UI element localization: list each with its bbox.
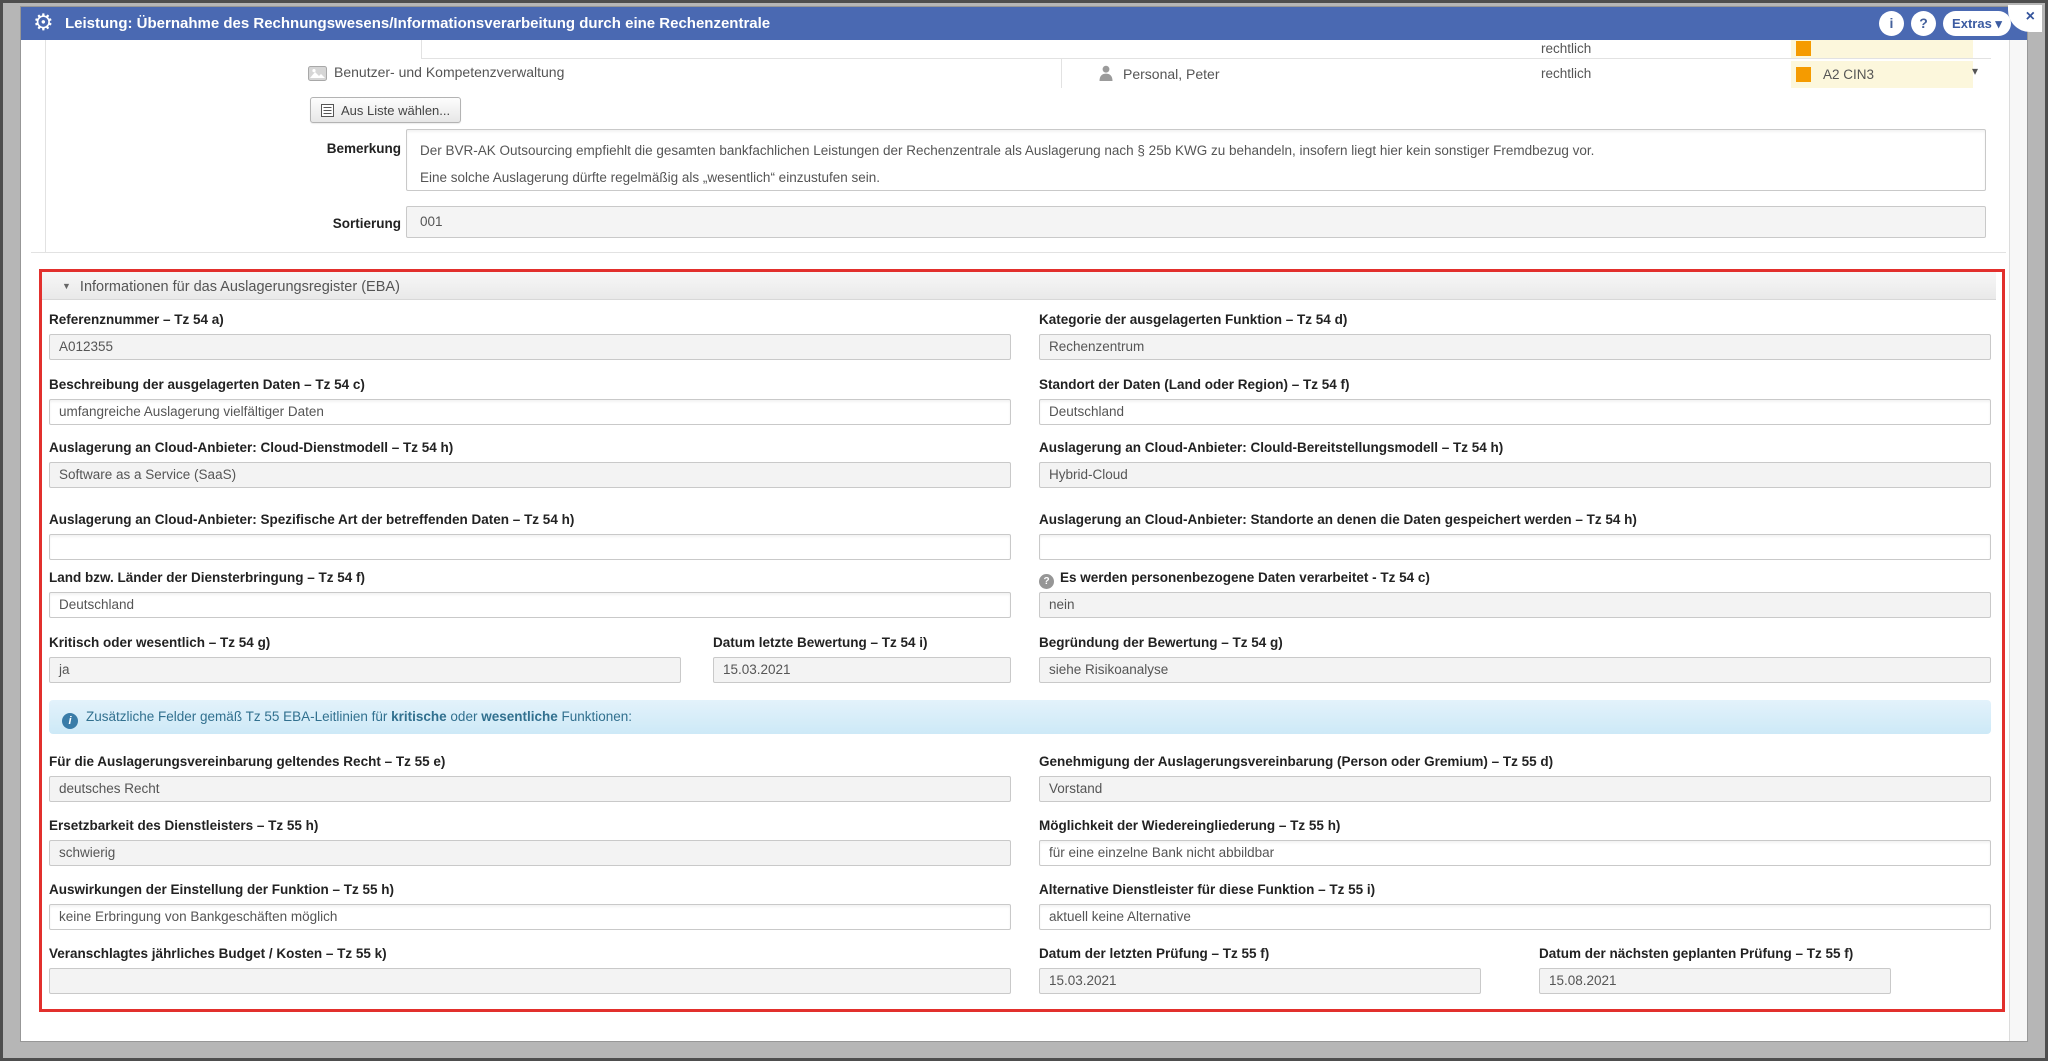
datum-naechste-pruefung-input[interactable]: 15.08.2021	[1539, 968, 1891, 994]
standort-daten-input[interactable]: Deutschland	[1039, 399, 1991, 425]
field-beschreibung-daten: Beschreibung der ausgelagerten Daten – T…	[49, 377, 1011, 425]
window-title: Leistung: Übernahme des Rechnungswesens/…	[65, 15, 770, 32]
field-kritisch-wesentlich: Kritisch oder wesentlich – Tz 54 g) ja	[49, 635, 681, 683]
extras-button[interactable]: Extras ▾	[1943, 11, 2011, 36]
field-kategorie: Kategorie der ausgelagerten Funktion – T…	[1039, 312, 1991, 360]
field-cloud-bereitstellungsmodell: Auslagerung an Cloud-Anbieter: Clould-Be…	[1039, 440, 1991, 488]
field-datum-letzte-pruefung: Datum der letzten Prüfung – Tz 55 f) 15.…	[1039, 946, 1481, 994]
cloud-standorte-input[interactable]	[1039, 534, 1991, 560]
field-personenbezogene-daten: ?Es werden personenbezogene Daten verarb…	[1039, 570, 1991, 618]
begruendung-bewertung-input[interactable]: siehe Risikoanalyse	[1039, 657, 1991, 683]
field-auswirkungen-einstellung: Auswirkungen der Einstellung der Funktio…	[49, 882, 1011, 930]
field-geltendes-recht: Für die Auslagerungsvereinbarung geltend…	[49, 754, 1011, 802]
cloud-bereitstellungsmodell-input[interactable]: Hybrid-Cloud	[1039, 462, 1991, 488]
cloud-datenart-input[interactable]	[49, 534, 1011, 560]
cut-column-divider	[421, 40, 422, 58]
field-cloud-datenart: Auslagerung an Cloud-Anbieter: Spezifisc…	[49, 512, 1011, 560]
status-color-icon	[1796, 67, 1811, 82]
field-cloud-dienstmodell: Auslagerung an Cloud-Anbieter: Cloud-Die…	[49, 440, 1011, 488]
vertical-scrollbar[interactable]	[2009, 40, 2027, 1041]
info-button[interactable]: i	[1879, 11, 1904, 36]
datum-letzte-pruefung-input[interactable]: 15.03.2021	[1039, 968, 1481, 994]
collapse-icon: ▼	[62, 281, 71, 291]
cut-row-divider	[421, 58, 1991, 59]
datum-letzte-bewertung-input[interactable]: 15.03.2021	[713, 657, 1011, 683]
gear-icon: ⚙	[33, 10, 54, 36]
panel-left-border	[45, 40, 46, 253]
list-icon	[321, 104, 334, 117]
alternative-dienstleister-input[interactable]: aktuell keine Alternative	[1039, 904, 1991, 930]
field-wiedereingliederung: Möglichkeit der Wiedereingliederung – Tz…	[1039, 818, 1991, 866]
field-cloud-standorte: Auslagerung an Cloud-Anbieter: Standorte…	[1039, 512, 1991, 560]
list-column-divider	[1061, 58, 1062, 88]
field-datum-naechste-pruefung: Datum der nächsten geplanten Prüfung – T…	[1539, 946, 1891, 994]
content-area: rechtlich Benutzer- und Kompetenzverwalt…	[21, 40, 2027, 1041]
budget-input[interactable]	[49, 968, 1011, 994]
tz55-info-note: iZusätzliche Felder gemäß Tz 55 EBA-Leit…	[49, 700, 1991, 734]
field-budget: Veranschlagtes jährliches Budget / Koste…	[49, 946, 1011, 994]
field-laender-diensterbringung: Land bzw. Länder der Diensterbringung – …	[49, 570, 1011, 618]
remark-line: Der BVR-AK Outsourcing empfiehlt die ges…	[420, 137, 1972, 164]
choose-from-list-button[interactable]: Aus Liste wählen...	[310, 97, 461, 123]
status-cell[interactable]	[1791, 40, 1973, 58]
info-icon: i	[62, 713, 78, 729]
field-help-icon[interactable]: ?	[1039, 574, 1054, 589]
field-alternative-dienstleister: Alternative Dienstleister für diese Funk…	[1039, 882, 1991, 930]
kritisch-wesentlich-input[interactable]: ja	[49, 657, 681, 683]
chevron-down-icon[interactable]: ▾	[1972, 64, 1978, 78]
field-standort-daten: Standort der Daten (Land oder Region) – …	[1039, 377, 1991, 425]
wiedereingliederung-input[interactable]: für eine einzelne Bank nicht abbildbar	[1039, 840, 1991, 866]
field-referenznummer: Referenznummer – Tz 54 a) A012355	[49, 312, 1011, 360]
ersetzbarkeit-input[interactable]: schwierig	[49, 840, 1011, 866]
dialog-window: ⚙ Leistung: Übernahme des Rechnungswesen…	[20, 6, 2028, 1042]
help-button[interactable]: ?	[1911, 11, 1936, 36]
remark-textarea[interactable]: Der BVR-AK Outsourcing empfiehlt die ges…	[406, 129, 1986, 191]
list-cell-type: rechtlich	[1541, 41, 1591, 56]
section-separator	[31, 252, 2006, 253]
list-cell-type: rechtlich	[1541, 66, 1591, 81]
genehmigung-input[interactable]: Vorstand	[1039, 776, 1991, 802]
status-cell[interactable]: A2 CIN3	[1791, 61, 1973, 88]
field-genehmigung: Genehmigung der Auslagerungsvereinbarung…	[1039, 754, 1991, 802]
remark-label: Bemerkung	[291, 141, 401, 156]
personenbezogene-daten-input[interactable]: nein	[1039, 592, 1991, 618]
application-frame: × ⚙ Leistung: Übernahme des Rechnungswes…	[0, 0, 2048, 1061]
laender-diensterbringung-input[interactable]: Deutschland	[49, 592, 1011, 618]
kategorie-input[interactable]: Rechenzentrum	[1039, 334, 1991, 360]
status-color-icon	[1796, 41, 1811, 56]
field-datum-letzte-bewertung: Datum letzte Bewertung – Tz 54 i) 15.03.…	[713, 635, 1011, 683]
auswirkungen-einstellung-input[interactable]: keine Erbringung von Bankgeschäften mögl…	[49, 904, 1011, 930]
close-icon[interactable]: ×	[2026, 8, 2035, 26]
sorting-input[interactable]: 001	[406, 206, 1986, 238]
title-bar: ⚙ Leistung: Übernahme des Rechnungswesen…	[21, 7, 2027, 40]
item-image-icon	[308, 66, 327, 86]
remark-line: Eine solche Auslagerung dürfte regelmäßi…	[420, 164, 1972, 191]
field-ersetzbarkeit: Ersetzbarkeit des Dienstleisters – Tz 55…	[49, 818, 1011, 866]
list-cell-name[interactable]: Benutzer- und Kompetenzverwaltung	[334, 64, 564, 80]
eba-section-title: Informationen für das Auslagerungsregist…	[80, 279, 400, 295]
person-icon	[1099, 65, 1113, 86]
geltendes-recht-input[interactable]: deutsches Recht	[49, 776, 1011, 802]
eba-section-header[interactable]: ▼ Informationen für das Auslagerungsregis…	[42, 272, 1996, 300]
list-cell-person[interactable]: Personal, Peter	[1123, 66, 1220, 82]
beschreibung-daten-input[interactable]: umfangreiche Auslagerung vielfältiger Da…	[49, 399, 1011, 425]
sorting-label: Sortierung	[291, 216, 401, 231]
cloud-dienstmodell-input[interactable]: Software as a Service (SaaS)	[49, 462, 1011, 488]
referenznummer-input[interactable]: A012355	[49, 334, 1011, 360]
field-begruendung-bewertung: Begründung der Bewertung – Tz 54 g) sieh…	[1039, 635, 1991, 683]
